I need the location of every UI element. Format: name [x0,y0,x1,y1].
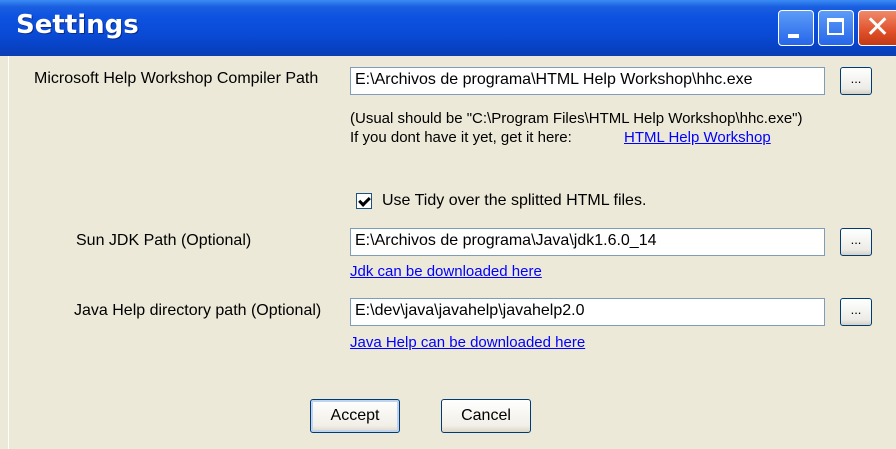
compiler-hint: (Usual should be "C:\Program Files\HTML … [350,110,803,127]
cancel-button[interactable]: Cancel [441,399,531,433]
accept-button[interactable]: Accept [310,399,400,433]
jdk-path-label: Sun JDK Path (Optional) [76,232,252,249]
tidy-checkbox[interactable] [356,193,372,209]
get-it-text: If you dont have it yet, get it here: [350,129,572,146]
jdk-browse-button[interactable]: ... [840,228,872,256]
compiler-path-label: Microsoft Help Workshop Compiler Path [34,70,319,87]
maximize-button[interactable] [818,10,854,46]
jdk-download-link[interactable]: Jdk can be downloaded here [350,263,542,280]
javahelp-browse-button[interactable]: ... [840,298,872,326]
javahelp-path-label: Java Help directory path (Optional) [74,302,322,319]
window-title: Settings [16,10,139,40]
javahelp-path-field[interactable]: E:\dev\java\javahelp\javahelp2.0 [350,298,825,326]
jdk-path-field[interactable]: E:\Archivos de programa\Java\jdk1.6.0_14 [350,228,825,256]
minimize-button[interactable] [778,10,814,46]
title-bar[interactable]: Settings ✕ [0,0,896,56]
compiler-browse-button[interactable]: ... [840,67,872,95]
close-button[interactable]: ✕ [858,10,896,46]
javahelp-download-link[interactable]: Java Help can be downloaded here [350,334,585,351]
tidy-checkbox-label[interactable]: Use Tidy over the splitted HTML files. [382,192,646,210]
html-help-workshop-link[interactable]: HTML Help Workshop [624,129,771,146]
compiler-path-field[interactable]: E:\Archivos de programa\HTML Help Worksh… [350,67,825,95]
close-icon: ✕ [865,10,891,45]
